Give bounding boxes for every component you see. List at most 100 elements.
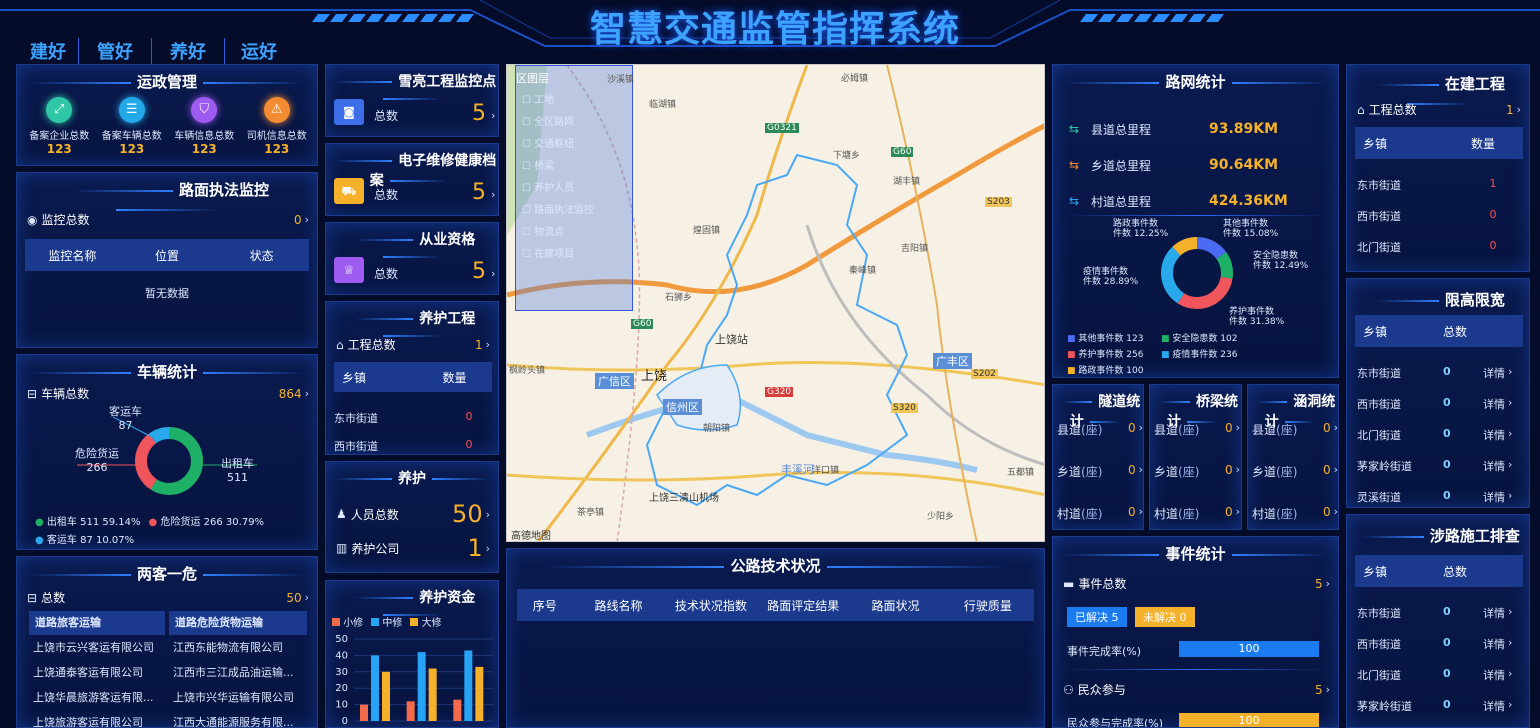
building-icon: ▥	[336, 541, 348, 555]
table-row[interactable]: 上饶通泰客运有限公司 江西市三江成品油运输...	[33, 664, 313, 689]
chevron-right-icon: ›	[1138, 421, 1143, 434]
map-label: 广丰区	[933, 353, 972, 369]
donut-label: 安全隐患数 件数 12.49%	[1253, 251, 1308, 271]
vehicle-title: 车辆统计	[17, 361, 317, 382]
stat-row[interactable]: 乡道 (座) 0 ›	[1057, 463, 1143, 505]
congye-value[interactable]: 5	[472, 259, 486, 284]
layer-item[interactable]: ☐ 养护人员	[522, 178, 626, 200]
public-row[interactable]: ⚇ 民众参与 5 ›	[1063, 681, 1330, 698]
yanghu-title: 养护	[326, 468, 498, 488]
layer-label: 全区路网	[534, 117, 575, 128]
stat-row[interactable]: 乡道 (座) 0 ›	[1252, 463, 1338, 505]
unsolved-badge[interactable]: 未解决 0	[1135, 607, 1195, 627]
monitor-count-row[interactable]: ◉ 监控总数 0 ›	[27, 211, 309, 228]
yunzheng-item[interactable]: ☰ 备案车辆总数 123	[97, 97, 167, 156]
xueliang-value[interactable]: 5	[472, 101, 486, 126]
funds-bar-chart: 50 40 30 20 10 0	[335, 634, 494, 727]
cell: 上饶市兴华运输有限公司	[173, 691, 294, 704]
table-row[interactable]: 西市街道 0 详情 ›	[1357, 396, 1525, 427]
table-row[interactable]: 北门街道 0 详情 ›	[1357, 427, 1525, 458]
chevron-right-icon[interactable]: ›	[491, 109, 495, 122]
table-row[interactable]: 东市街道 1	[1357, 177, 1523, 208]
events-total-row[interactable]: ▬ 事件总数 5 ›	[1063, 575, 1330, 592]
solved-badge[interactable]: 已解决 5	[1067, 607, 1127, 627]
yunzheng-item[interactable]: ⛉ 车辆信息总数 123	[169, 97, 239, 156]
detail-link[interactable]: 详情	[1483, 489, 1505, 507]
table-row[interactable]: 北门街道 0	[1357, 239, 1523, 270]
table-row[interactable]: 上饶市云兴客运有限公司 江西东能物流有限公司	[33, 639, 313, 664]
table-row[interactable]: 茅家岭街道 0 详情 ›	[1357, 458, 1525, 489]
project-total-row[interactable]: ⌂ 工程总数 1 ›	[336, 336, 490, 353]
detail-link[interactable]: 详情	[1483, 605, 1505, 636]
tab-yanghao[interactable]: 养好	[152, 38, 225, 64]
company-row[interactable]: ▥ 养护公司 1 ›	[336, 534, 490, 562]
stat-unit: (座)	[1081, 507, 1103, 521]
liangke-total-row[interactable]: ⊟ 总数 50 ›	[27, 589, 309, 606]
weixiu-label: 总数	[374, 188, 399, 202]
map-label: 茶亭镇	[577, 508, 605, 518]
stat-row[interactable]: 县道 (座) 0 ›	[1252, 421, 1338, 463]
column-header: 数量	[442, 370, 467, 385]
cell: 上饶市云兴客运有限公司	[33, 641, 154, 654]
layer-item[interactable]: ☐ 工地	[522, 90, 626, 112]
tab-yunhao[interactable]: 运好	[225, 38, 293, 64]
road-icon: ⇆	[1069, 194, 1080, 208]
detail-link[interactable]: 详情	[1483, 365, 1505, 396]
table-row[interactable]: 茅家岭街道 0 详情 ›	[1357, 698, 1525, 727]
label-value: 87	[118, 419, 133, 432]
table-row[interactable]: 灵溪街道 0 详情 ›	[1357, 489, 1525, 507]
public-label: 民众参与	[1077, 683, 1126, 697]
stat-row[interactable]: 县道 (座) 0 ›	[1154, 421, 1240, 463]
table-row[interactable]: 东市街道 0 详情 ›	[1357, 365, 1525, 396]
detail-link[interactable]: 详情	[1483, 458, 1505, 489]
detail-link[interactable]: 详情	[1483, 396, 1505, 427]
table-row[interactable]: 西市街道 0 详情 ›	[1357, 636, 1525, 667]
detail-link[interactable]: 详情	[1483, 636, 1505, 667]
layer-item[interactable]: ☐ 路面执法监控	[522, 200, 626, 222]
layer-item[interactable]: ☐ 交通枢纽	[522, 134, 626, 156]
zaijian-total-row[interactable]: ⌂ 工程总数 1 ›	[1357, 101, 1521, 118]
monitor-count-value: 0	[293, 212, 302, 227]
detail-link[interactable]: 详情	[1483, 427, 1505, 458]
chevron-right-icon: ›	[1333, 505, 1338, 518]
mileage-row: ⇆ 乡道总里程 90.64KM	[1069, 147, 1329, 183]
legend-value: 123	[1126, 334, 1144, 344]
chevron-right-icon: ›	[1508, 489, 1513, 502]
legend-item: ■ 养护事件数 256	[1067, 350, 1144, 360]
stat-row[interactable]: 村道 (座) 0 ›	[1252, 505, 1338, 529]
lumian-panel: 路面执法监控 ◉ 监控总数 0 › 监控名称 位置 状态 暂无数据	[16, 172, 318, 348]
tab-guanhao[interactable]: 管好	[79, 38, 152, 64]
column-header: 技术状况指数	[674, 598, 747, 613]
people-row[interactable]: ♟ 人员总数 50 ›	[336, 500, 490, 528]
table-row[interactable]: 北门街道 0 详情 ›	[1357, 667, 1525, 698]
stat-unit: (座)	[1081, 423, 1103, 437]
detail-link[interactable]: 详情	[1483, 667, 1505, 698]
layer-item[interactable]: ☐ 在建项目	[522, 244, 626, 266]
stat-row[interactable]: 县道 (座) 0 ›	[1057, 421, 1143, 463]
table-row[interactable]: 东市街道 0	[334, 410, 494, 438]
detail-link[interactable]: 详情	[1483, 698, 1505, 727]
yunzheng-item[interactable]: ⤢ 备案企业总数 123	[24, 97, 94, 156]
layer-item[interactable]: ☐ 桥梁	[522, 156, 626, 178]
stat-value: 0	[1322, 505, 1331, 519]
stat-row[interactable]: 村道 (座) 0 ›	[1057, 505, 1143, 529]
stat-row[interactable]: 村道 (座) 0 ›	[1154, 505, 1240, 529]
stat-row[interactable]: 乡道 (座) 0 ›	[1154, 463, 1240, 505]
weixiu-value[interactable]: 5	[472, 180, 486, 205]
chevron-right-icon[interactable]: ›	[491, 188, 495, 201]
bar-中修	[464, 650, 473, 721]
layer-item[interactable]: ☐ 物流点	[522, 222, 626, 244]
yunzheng-item[interactable]: ⚠ 司机信息总数 123	[242, 97, 312, 156]
layer-label: 路面执法监控	[534, 205, 595, 216]
table-row[interactable]: 西市街道 0	[334, 438, 494, 454]
events-total-label: 事件总数	[1078, 577, 1127, 591]
layer-label: 物流点	[534, 227, 565, 238]
table-row[interactable]: 西市街道 0	[1357, 208, 1523, 239]
tab-jianhao[interactable]: 建好	[18, 38, 79, 64]
layer-item[interactable]: ☐ 全区路网	[522, 112, 626, 134]
table-row[interactable]: 上饶华晨旅游客运有限... 上饶市兴华运输有限公司	[33, 689, 313, 714]
chevron-right-icon[interactable]: ›	[491, 267, 495, 280]
map-view[interactable]: 区图层 ☐ 工地 ☐ 全区路网 ☐ 交通枢纽 ☐ 桥梁 ☐ 养护人员 ☐ 路面执…	[506, 64, 1045, 542]
map-label: 少阳乡	[927, 512, 955, 522]
table-row[interactable]: 东市街道 0 详情 ›	[1357, 605, 1525, 636]
